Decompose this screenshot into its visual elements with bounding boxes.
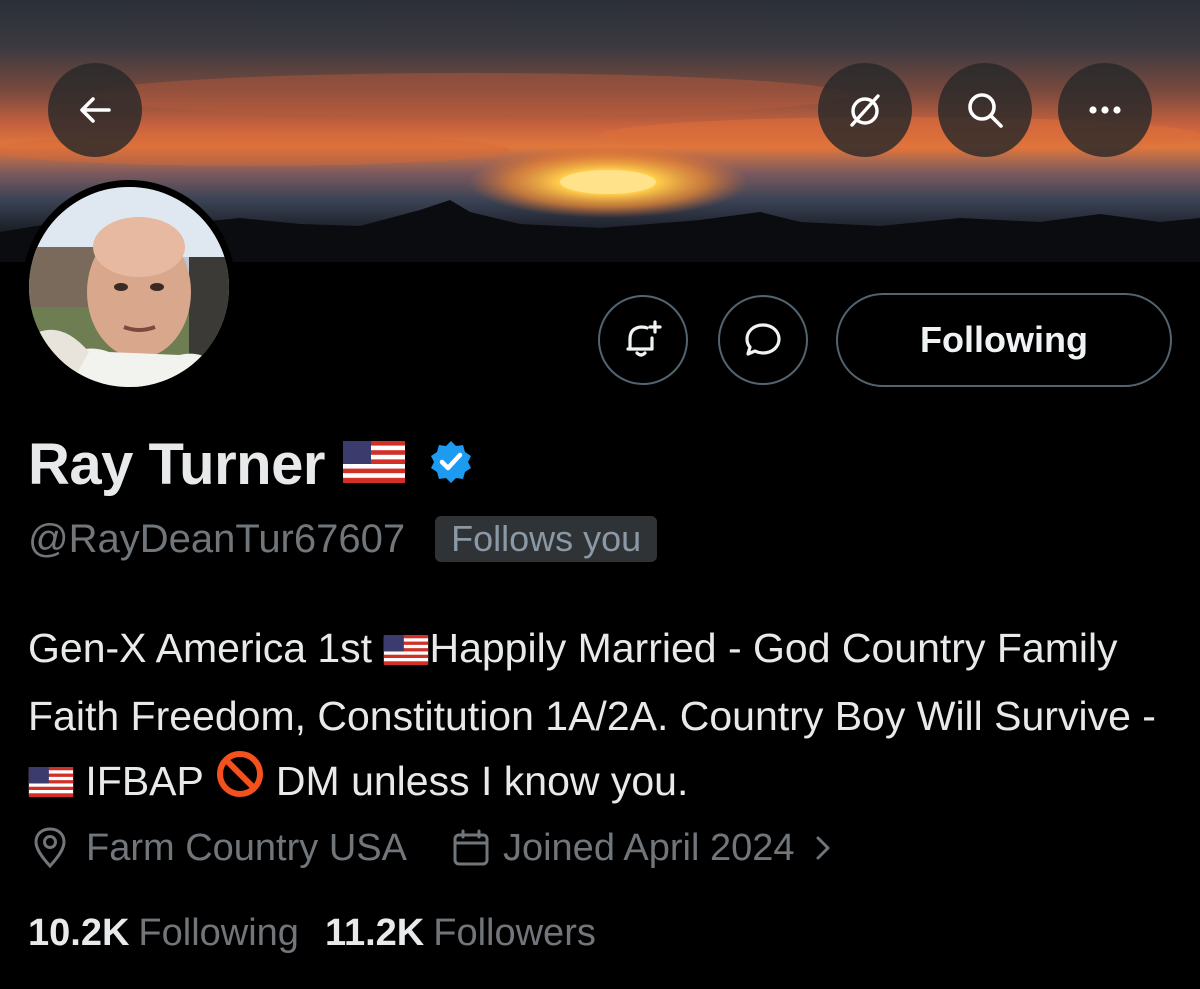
location-text: Farm Country USA — [86, 826, 407, 869]
display-name: Ray Turner — [28, 431, 325, 497]
handle-row: @RayDeanTur67607 Follows you — [28, 516, 658, 562]
username-handle: @RayDeanTur67607 — [28, 516, 406, 561]
followers-stat[interactable]: 11.2K Followers — [325, 912, 596, 955]
chevron-right-icon — [816, 836, 830, 860]
joined-text: Joined April 2024 — [502, 826, 795, 869]
bio-text-4: DM unless I know you. — [264, 757, 689, 804]
more-button[interactable] — [1058, 63, 1152, 157]
notifications-button[interactable] — [598, 295, 688, 385]
us-flag-emoji — [383, 619, 429, 684]
follows-you-badge: Follows you — [435, 516, 658, 562]
avatar-photo — [29, 187, 229, 387]
grok-button[interactable] — [818, 63, 912, 157]
avatar[interactable] — [22, 180, 236, 394]
us-flag-emoji — [342, 440, 405, 488]
joined-date[interactable]: Joined April 2024 — [451, 827, 837, 870]
back-button[interactable] — [48, 63, 142, 157]
more-icon — [1089, 106, 1121, 114]
arrow-left-icon — [80, 97, 111, 123]
profile-name-row: Ray Turner — [28, 428, 475, 500]
grok-icon — [850, 94, 880, 127]
followers-label: Followers — [433, 912, 596, 954]
message-icon — [745, 323, 781, 356]
following-label: Following — [138, 912, 299, 954]
followers-count: 11.2K — [324, 912, 425, 954]
bio-text-1: Gen-X America 1st — [28, 625, 384, 671]
location: Farm Country USA — [30, 826, 407, 870]
following-count: 10.2K — [28, 912, 130, 954]
following-button-label: Following — [920, 319, 1088, 360]
bell-plus-icon — [626, 320, 662, 357]
bio-text-3: IFBAP — [74, 757, 215, 804]
following-button[interactable]: Following — [836, 293, 1172, 387]
us-flag-emoji — [28, 751, 74, 816]
calendar-icon — [453, 829, 489, 866]
profile-meta-row: Farm Country USA Joined April 2024 — [30, 826, 837, 870]
profile-bio: Gen-X America 1st Happily Married - God … — [28, 616, 1178, 818]
following-stat[interactable]: 10.2K Following — [28, 912, 299, 955]
location-pin-icon — [34, 827, 66, 869]
message-button[interactable] — [718, 295, 808, 385]
prohibited-emoji — [215, 749, 265, 818]
verified-badge-icon — [427, 438, 475, 491]
follow-stats: 10.2K Following 11.2K Followers — [28, 912, 596, 955]
search-button[interactable] — [938, 63, 1032, 157]
search-icon — [968, 93, 1003, 128]
